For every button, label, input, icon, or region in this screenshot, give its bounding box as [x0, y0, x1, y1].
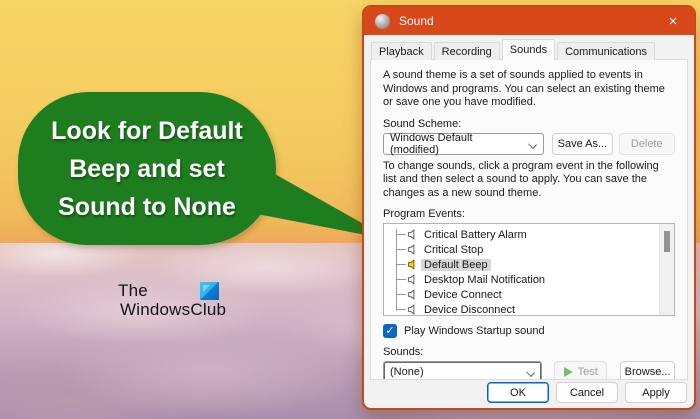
- chevron-down-icon: [528, 139, 538, 149]
- program-events-list[interactable]: Critical Battery Alarm Critical Stop Def…: [383, 223, 675, 316]
- list-item[interactable]: Device Connect: [384, 287, 659, 302]
- sounds-label: Sounds:: [383, 346, 424, 358]
- screenshot-stage: The WindowsClub Look for Default Beep an…: [0, 0, 700, 419]
- ok-button[interactable]: OK: [487, 382, 549, 403]
- list-item[interactable]: Desktop Mail Notification: [384, 272, 659, 287]
- speaker-icon: [407, 244, 418, 255]
- callout-line: Look for Default: [51, 116, 243, 145]
- speaker-icon: [407, 304, 418, 315]
- list-item[interactable]: Critical Stop: [384, 242, 659, 257]
- dialog-titlebar[interactable]: Sound ×: [364, 7, 694, 35]
- save-as-button[interactable]: Save As...: [552, 132, 613, 155]
- close-button[interactable]: ×: [652, 7, 694, 35]
- apply-button[interactable]: Apply: [625, 382, 687, 403]
- speaker-icon: [407, 289, 418, 300]
- callout-line: Beep and set: [69, 154, 225, 183]
- program-events-label: Program Events:: [383, 208, 465, 220]
- startup-sound-checkbox[interactable]: ✓: [383, 324, 397, 338]
- change-sounds-text: To change sounds, click a program event …: [383, 159, 659, 199]
- sound-scheme-value: Windows Default (modified): [390, 131, 473, 156]
- sound-dialog: Sound × Playback Recording Sounds Commun…: [362, 5, 696, 410]
- tab-communications[interactable]: Communications: [557, 42, 656, 60]
- speaker-icon: [407, 274, 418, 285]
- callout-bubble: Look for Default Beep and set Sound to N…: [18, 92, 276, 245]
- tab-playback[interactable]: Playback: [371, 42, 432, 60]
- sound-scheme-dropdown[interactable]: Windows Default (modified): [383, 131, 545, 156]
- cancel-button[interactable]: Cancel: [556, 382, 618, 403]
- startup-sound-label: Play Windows Startup sound: [404, 325, 545, 337]
- list-scrollbar[interactable]: [659, 224, 674, 315]
- list-item-selected[interactable]: Default Beep: [384, 257, 659, 272]
- sound-scheme-label: Sound Scheme:: [383, 117, 462, 130]
- speaker-icon-active: [407, 259, 418, 270]
- check-icon: ✓: [385, 325, 395, 337]
- tab-strip: Playback Recording Sounds Communications: [371, 37, 694, 60]
- chevron-down-icon: [526, 368, 536, 377]
- dialog-title: Sound: [399, 14, 434, 28]
- sounds-tab-page: A sound theme is a set of sounds applied…: [370, 59, 688, 380]
- tab-recording[interactable]: Recording: [433, 42, 500, 60]
- sound-dialog-icon: [375, 13, 390, 29]
- intro-text: A sound theme is a set of sounds applied…: [383, 69, 665, 108]
- callout-line: Sound to None: [58, 192, 236, 221]
- play-icon: [563, 367, 573, 377]
- delete-button[interactable]: Delete: [618, 132, 675, 155]
- close-icon: ×: [668, 12, 678, 30]
- watermark-line2: WindowsClub: [120, 300, 227, 319]
- scrollbar-thumb[interactable]: [664, 231, 670, 252]
- speaker-icon: [407, 229, 418, 240]
- windowsclub-logo-icon: [200, 282, 219, 300]
- tab-sounds[interactable]: Sounds: [501, 39, 556, 60]
- dialog-footer: OK Cancel Apply: [364, 377, 694, 408]
- list-item[interactable]: Critical Battery Alarm: [384, 227, 659, 242]
- list-item[interactable]: Device Disconnect: [384, 302, 659, 315]
